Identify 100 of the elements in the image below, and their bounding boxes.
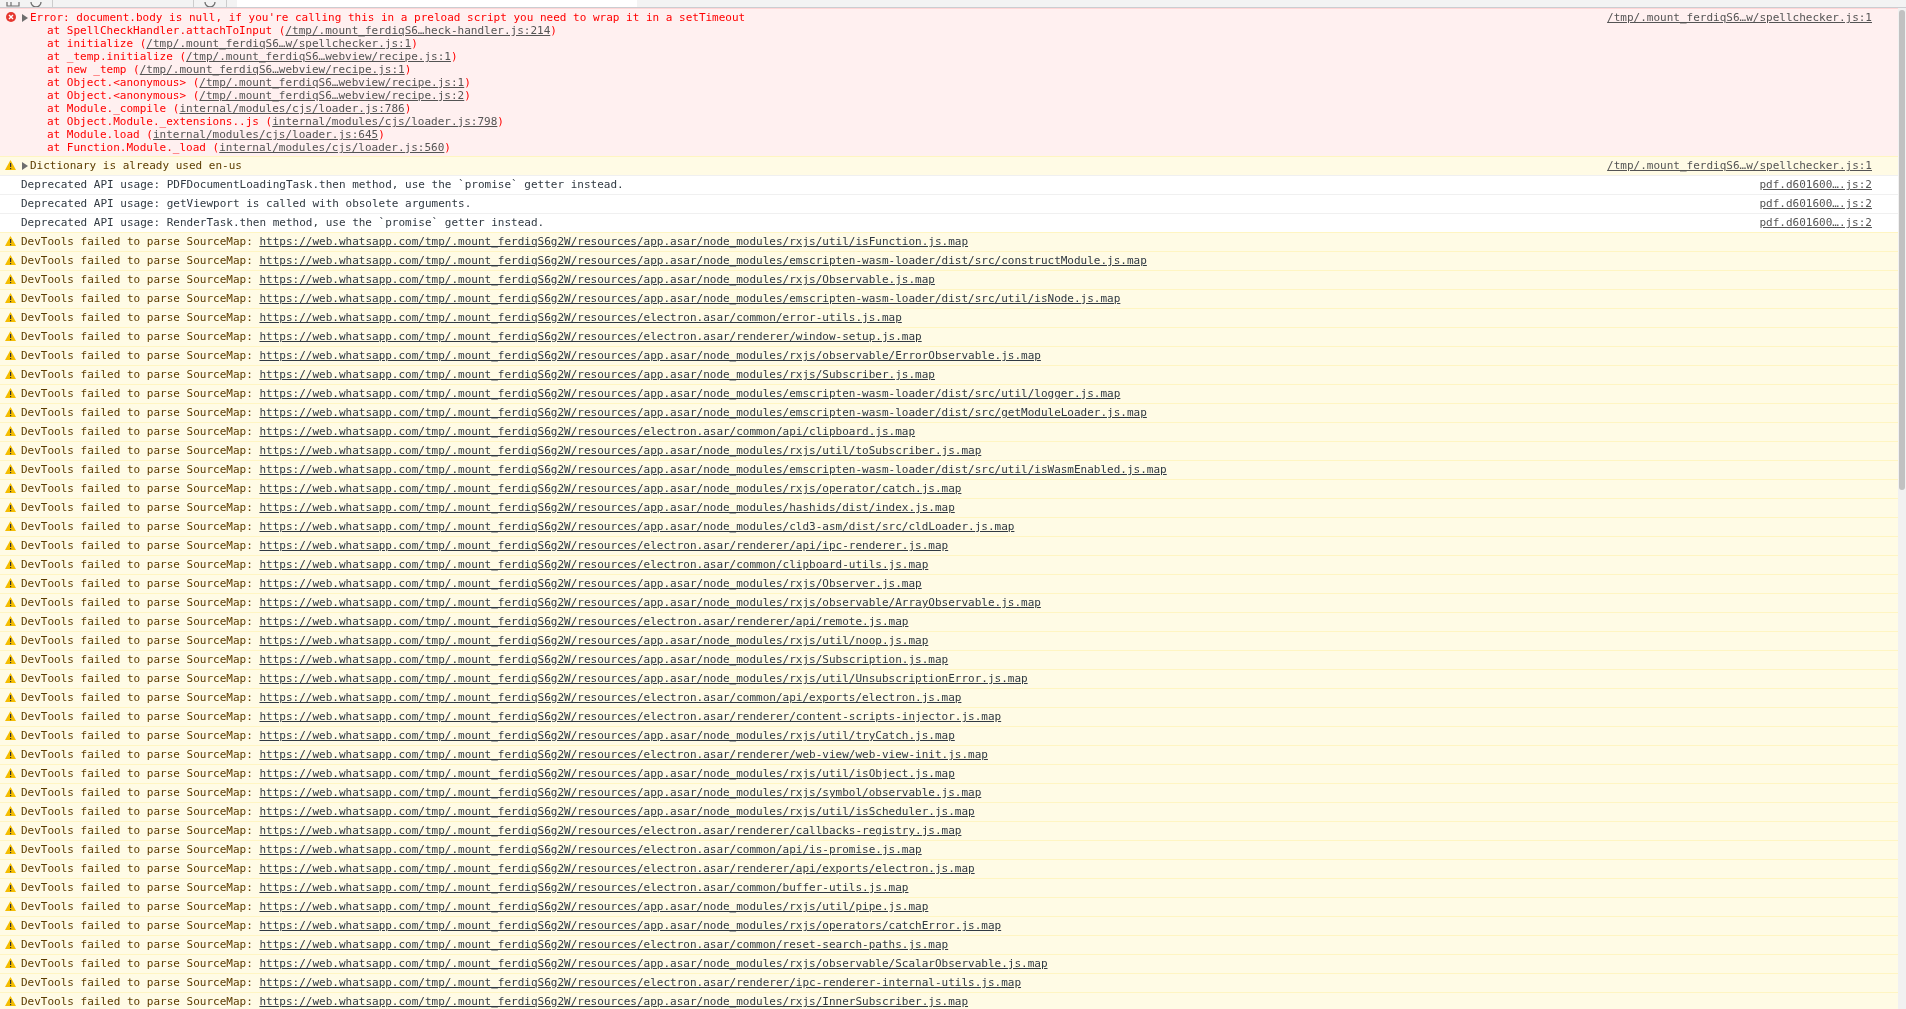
warning-icon [5,825,16,835]
source-link[interactable]: pdf.d601600….js:2 [1759,216,1872,229]
source-map-link[interactable]: https://web.whatsapp.com/tmp/.mount_ferdiqS6g2W/resources/electron.asar/renderer/callbacks-registry.js.map [259,824,962,837]
source-map-link[interactable]: https://web.whatsapp.com/tmp/.mount_ferdiqS6g2W/resources/electron.asar/renderer/window-setup.js.map [259,330,922,343]
stack-link[interactable]: internal/modules/cjs/loader.js:786 [179,102,405,115]
source-map-link[interactable]: https://web.whatsapp.com/tmp/.mount_ferdiqS6g2W/resources/electron.asar/common/api/clipboard.js.map [259,425,916,438]
expand-triangle-icon[interactable] [21,13,28,22]
stack-trace-line: at Object.<anonymous> (/tmp/.mount_ferdiqS6…webview/recipe.js:1) [46,76,472,89]
source-map-link[interactable]: https://web.whatsapp.com/tmp/.mount_ferdiqS6g2W/resources/app.asar/node_modules/emscripten-wasm-loader/dist/src/util/isNode.js.map [259,292,1121,305]
warning-icon [5,331,16,341]
message-text: DevTools failed to parse SourceMap: https://web.whatsapp.com/tmp/.mount_ferdiqS6g2W/resources/electron.asar/common/buffer-utils.js.map [21,881,909,894]
warning-icon [5,882,16,892]
warning-icon [5,958,16,968]
source-map-link[interactable]: https://web.whatsapp.com/tmp/.mount_ferdiqS6g2W/resources/app.asar/node_modules/rxjs/util/UnsubscriptionError.js.map [259,672,1028,685]
source-map-link[interactable]: https://web.whatsapp.com/tmp/.mount_ferdiqS6g2W/resources/app.asar/node_modules/rxjs/symbol/observable.js.map [259,786,982,799]
message-text: DevTools failed to parse SourceMap: https://web.whatsapp.com/tmp/.mount_ferdiqS6g2W/resources/app.asar/node_modules/rxjs/util/tryCatch.js.map [21,729,955,742]
expand-triangle-icon[interactable] [21,161,28,170]
source-map-link[interactable]: https://web.whatsapp.com/tmp/.mount_ferdiqS6g2W/resources/electron.asar/common/api/is-promise.js.map [259,843,922,856]
source-link[interactable]: pdf.d601600….js:2 [1759,178,1872,191]
message-text: DevTools failed to parse SourceMap: https://web.whatsapp.com/tmp/.mount_ferdiqS6g2W/resources/app.asar/node_modules/rxjs/operators/catchError.js.map [21,919,1002,932]
source-map-link[interactable]: https://web.whatsapp.com/tmp/.mount_ferdiqS6g2W/resources/app.asar/node_modules/emscripten-wasm-loader/dist/src/util/isWasmEnabled.js.map [259,463,1167,476]
source-map-link[interactable]: https://web.whatsapp.com/tmp/.mount_ferdiqS6g2W/resources/app.asar/node_modules/rxjs/Subscription.js.map [259,653,949,666]
warning-icon [5,445,16,455]
source-map-link[interactable]: https://web.whatsapp.com/tmp/.mount_ferdiqS6g2W/resources/app.asar/node_modules/rxjs/util/tryCatch.js.map [259,729,955,742]
stack-link[interactable]: internal/modules/cjs/loader.js:560 [219,141,445,154]
source-map-link[interactable]: https://web.whatsapp.com/tmp/.mount_ferdiqS6g2W/resources/app.asar/node_modules/rxjs/Subscriber.js.map [259,368,935,381]
stack-link[interactable]: /tmp/.mount_ferdiqS6…w/spellchecker.js:1 [146,37,412,50]
source-map-link[interactable]: https://web.whatsapp.com/tmp/.mount_ferdiqS6g2W/resources/electron.asar/common/reset-search-paths.js.map [259,938,949,951]
source-map-link[interactable]: https://web.whatsapp.com/tmp/.mount_ferdiqS6g2W/resources/app.asar/node_modules/emscripten-wasm-loader/dist/src/util/logger.js.map [259,387,1121,400]
source-map-link[interactable]: https://web.whatsapp.com/tmp/.mount_ferdiqS6g2W/resources/app.asar/node_modules/rxjs/Observer.js.map [259,577,922,590]
stack-link[interactable]: internal/modules/cjs/loader.js:645 [152,128,379,141]
message-text: DevTools failed to parse SourceMap: https://web.whatsapp.com/tmp/.mount_ferdiqS6g2W/resources/app.asar/node_modules/rxjs/Observer.js.map [21,577,922,590]
stack-trace-line: at Function.Module._load (internal/modules/cjs/loader.js:560) [46,141,452,154]
message-text: DevTools failed to parse SourceMap: https://web.whatsapp.com/tmp/.mount_ferdiqS6g2W/resources/app.asar/node_modules/rxjs/Subscriber.js.map [21,368,935,381]
stack-trace-line: at Object.Module._extensions..js (internal/modules/cjs/loader.js:798) [46,115,505,128]
stack-trace-line: at _temp.initialize (/tmp/.mount_ferdiqS6…webview/recipe.js:1) [46,50,459,63]
source-map-link[interactable]: https://web.whatsapp.com/tmp/.mount_ferdiqS6g2W/resources/electron.asar/common/api/exports/electron.js.map [259,691,962,704]
warning-icon [5,844,16,854]
stack-trace-line: at initialize (/tmp/.mount_ferdiqS6…w/spellchecker.js:1) [46,37,419,50]
source-map-link[interactable]: https://web.whatsapp.com/tmp/.mount_ferdiqS6g2W/resources/app.asar/node_modules/emscripten-wasm-loader/dist/src/getModuleLoader.js.map [259,406,1147,419]
source-map-link[interactable]: https://web.whatsapp.com/tmp/.mount_ferdiqS6g2W/resources/electron.asar/renderer/ipc-renderer-internal-utils.js.map [259,976,1022,989]
warning-icon [5,483,16,493]
stack-link[interactable]: /tmp/.mount_ferdiqS6…webview/recipe.js:1 [186,50,451,63]
source-map-link[interactable]: https://web.whatsapp.com/tmp/.mount_ferdiqS6g2W/resources/app.asar/node_modules/rxjs/util/pipe.js.map [259,900,929,913]
stack-link[interactable]: /tmp/.mount_ferdiqS6…webview/recipe.js:1 [199,76,465,89]
warning-icon [5,787,16,797]
warning-icon [5,407,16,417]
message-text: DevTools failed to parse SourceMap: https://web.whatsapp.com/tmp/.mount_ferdiqS6g2W/resources/electron.asar/common/clipboard-utils.js.map [21,558,929,571]
message-text: DevTools failed to parse SourceMap: https://web.whatsapp.com/tmp/.mount_ferdiqS6g2W/resources/app.asar/node_modules/rxjs/util/pipe.js.map [21,900,929,913]
message-text: Deprecated API usage: getViewport is called with obsolete arguments. [21,197,472,210]
source-map-link[interactable]: https://web.whatsapp.com/tmp/.mount_ferdiqS6g2W/resources/app.asar/node_modules/rxjs/observable/ScalarObservable.js.map [259,957,1048,970]
message-text: Deprecated API usage: RenderTask.then method, use the `promise` getter instead. [21,216,545,229]
source-map-link[interactable]: https://web.whatsapp.com/tmp/.mount_ferdiqS6g2W/resources/electron.asar/common/clipboard-utils.js.map [259,558,929,571]
source-map-link[interactable]: https://web.whatsapp.com/tmp/.mount_ferdiqS6g2W/resources/app.asar/node_modules/emscripten-wasm-loader/dist/src/constructModule.js.map [259,254,1147,267]
message-text: DevTools failed to parse SourceMap: https://web.whatsapp.com/tmp/.mount_ferdiqS6g2W/resources/electron.asar/renderer/window-setup.js.map [21,330,922,343]
stack-link[interactable]: /tmp/.mount_ferdiqS6…webview/recipe.js:2 [199,89,465,102]
source-map-link[interactable]: https://web.whatsapp.com/tmp/.mount_ferdiqS6g2W/resources/electron.asar/renderer/api/exports/electron.js.map [259,862,975,875]
stack-trace-line: at Module.load (internal/modules/cjs/loader.js:645) [46,128,386,141]
source-map-link[interactable]: https://web.whatsapp.com/tmp/.mount_ferdiqS6g2W/resources/app.asar/node_modules/rxjs/util/toSubscriber.js.map [259,444,982,457]
warning-icon [5,255,16,265]
source-map-link[interactable]: https://web.whatsapp.com/tmp/.mount_ferdiqS6g2W/resources/electron.asar/common/error-utils.js.map [259,311,902,324]
source-map-link[interactable]: https://web.whatsapp.com/tmp/.mount_ferdiqS6g2W/resources/app.asar/node_modules/rxjs/Observable.js.map [259,273,935,286]
message-text: DevTools failed to parse SourceMap: https://web.whatsapp.com/tmp/.mount_ferdiqS6g2W/resources/app.asar/node_modules/rxjs/observable/ScalarObservable.js.map [21,957,1048,970]
source-map-link[interactable]: https://web.whatsapp.com/tmp/.mount_ferdiqS6g2W/resources/app.asar/node_modules/rxjs/util/isScheduler.js.map [259,805,975,818]
warning-icon [5,692,16,702]
source-map-link[interactable]: https://web.whatsapp.com/tmp/.mount_ferdiqS6g2W/resources/app.asar/node_modules/rxjs/observable/ErrorObservable.js.map [259,349,1041,362]
message-text: DevTools failed to parse SourceMap: https://web.whatsapp.com/tmp/.mount_ferdiqS6g2W/resources/app.asar/node_modules/rxjs/observable/ErrorObservable.js.map [21,349,1041,362]
message-text: DevTools failed to parse SourceMap: https://web.whatsapp.com/tmp/.mount_ferdiqS6g2W/resources/app.asar/node_modules/rxjs/operator/catch.js.map [21,482,962,495]
message-text: DevTools failed to parse SourceMap: https://web.whatsapp.com/tmp/.mount_ferdiqS6g2W/resources/app.asar/node_modules/rxjs/observable/ArrayObservable.js.map [21,596,1041,609]
source-map-link[interactable]: https://web.whatsapp.com/tmp/.mount_ferdiqS6g2W/resources/electron.asar/renderer/content-scripts-injector.js.map [259,710,1002,723]
source-link[interactable]: /tmp/.mount_ferdiqS6…w/spellchecker.js:1 [1607,11,1872,24]
message-text: DevTools failed to parse SourceMap: https://web.whatsapp.com/tmp/.mount_ferdiqS6g2W/resources/app.asar/node_modules/rxjs/InnerSubscriber.js.map [21,995,969,1008]
source-map-link[interactable]: https://web.whatsapp.com/tmp/.mount_ferdiqS6g2W/resources/electron.asar/renderer/api/remote.js.map [259,615,909,628]
message-text: DevTools failed to parse SourceMap: https://web.whatsapp.com/tmp/.mount_ferdiqS6g2W/resources/electron.asar/common/api/is-promise.js.map [21,843,922,856]
source-map-link[interactable]: https://web.whatsapp.com/tmp/.mount_ferdiqS6g2W/resources/app.asar/node_modules/rxjs/observable/ArrayObservable.js.map [259,596,1041,609]
source-map-link[interactable]: https://web.whatsapp.com/tmp/.mount_ferdiqS6g2W/resources/app.asar/node_modules/rxjs/operator/catch.js.map [259,482,962,495]
message-text: DevTools failed to parse SourceMap: https://web.whatsapp.com/tmp/.mount_ferdiqS6g2W/resources/app.asar/node_modules/hashids/dist/index.js.map [21,501,955,514]
source-map-link[interactable]: https://web.whatsapp.com/tmp/.mount_ferdiqS6g2W/resources/electron.asar/renderer/web-view/web-view-init.js.map [259,748,988,761]
message-text: DevTools failed to parse SourceMap: https://web.whatsapp.com/tmp/.mount_ferdiqS6g2W/resources/app.asar/node_modules/emscripten-wasm-loader/dist/src/constructModule.js.map [21,254,1147,267]
stack-link[interactable]: internal/modules/cjs/loader.js:798 [272,115,498,128]
warning-icon [5,464,16,474]
source-map-link[interactable]: https://web.whatsapp.com/tmp/.mount_ferdiqS6g2W/resources/electron.asar/renderer/api/ipc-renderer.js.map [259,539,949,552]
scrollbar[interactable] [1898,8,1906,1009]
message-text: DevTools failed to parse SourceMap: https://web.whatsapp.com/tmp/.mount_ferdiqS6g2W/resources/app.asar/node_modules/rxjs/util/isObject.js.map [21,767,955,780]
source-map-link[interactable]: https://web.whatsapp.com/tmp/.mount_ferdiqS6g2W/resources/electron.asar/common/buffer-utils.js.map [259,881,909,894]
source-map-link[interactable]: https://web.whatsapp.com/tmp/.mount_ferdiqS6g2W/resources/app.asar/node_modules/rxjs/util/isObject.js.map [259,767,955,780]
source-map-link[interactable]: https://web.whatsapp.com/tmp/.mount_ferdiqS6g2W/resources/app.asar/node_modules/rxjs/operators/catchError.js.map [259,919,1002,932]
source-map-link[interactable]: https://web.whatsapp.com/tmp/.mount_ferdiqS6g2W/resources/app.asar/node_modules/rxjs/util/isFunction.js.map [259,235,969,248]
source-link[interactable]: pdf.d601600….js:2 [1759,197,1872,210]
warning-icon [5,502,16,512]
source-map-link[interactable]: https://web.whatsapp.com/tmp/.mount_ferdiqS6g2W/resources/app.asar/node_modules/rxjs/InnerSubscriber.js.map [259,995,969,1008]
source-link[interactable]: /tmp/.mount_ferdiqS6…w/spellchecker.js:1 [1607,159,1872,172]
message-text: DevTools failed to parse SourceMap: https://web.whatsapp.com/tmp/.mount_ferdiqS6g2W/resources/app.asar/node_modules/emscripten-wasm-loader/dist/src/util/logger.js.map [21,387,1121,400]
stack-link[interactable]: /tmp/.mount_ferdiqS6…heck-handler.js:214 [285,24,551,37]
stack-link[interactable]: /tmp/.mount_ferdiqS6…webview/recipe.js:1 [139,63,405,76]
message-text: DevTools failed to parse SourceMap: https://web.whatsapp.com/tmp/.mount_ferdiqS6g2W/resources/electron.asar/renderer/api/exports/electron.js.map [21,862,975,875]
source-map-link[interactable]: https://web.whatsapp.com/tmp/.mount_ferdiqS6g2W/resources/app.asar/node_modules/cld3-asm/dist/src/cldLoader.js.map [259,520,1015,533]
warning-icon [5,597,16,607]
source-map-link[interactable]: https://web.whatsapp.com/tmp/.mount_ferdiqS6g2W/resources/app.asar/node_modules/hashids/dist/index.js.map [259,501,955,514]
source-map-link[interactable]: https://web.whatsapp.com/tmp/.mount_ferdiqS6g2W/resources/app.asar/node_modules/rxjs/util/noop.js.map [259,634,929,647]
